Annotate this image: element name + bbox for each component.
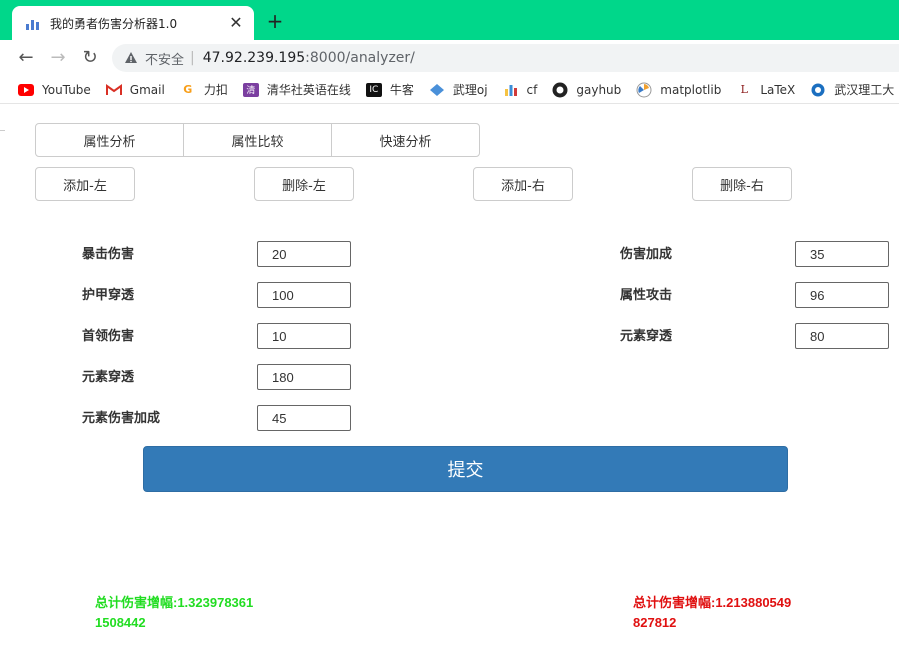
browser-tabstrip: 我的勇者伤害分析器1.0 ✕ + [0, 0, 899, 40]
left-crit-damage-input[interactable] [257, 241, 351, 267]
submit-button[interactable]: 提交 [143, 446, 788, 492]
warning-icon [125, 52, 137, 63]
bookmark-matplotlib[interactable]: matplotlib [636, 82, 722, 97]
whutoj-icon [429, 83, 445, 97]
bookmark-label: 牛客 [389, 83, 414, 97]
bookmark-label: 武汉理工大 [834, 83, 895, 97]
left-element-pen-input[interactable] [257, 364, 351, 390]
bookmark-label: 力扣 [203, 83, 228, 97]
browser-toolbar: ← → ↻ 不安全 | 47.92.239.195 :8000/analyzer… [0, 40, 899, 76]
omnibox-separator: | [190, 50, 195, 66]
bookmark-label: Gmail [129, 82, 165, 97]
right-damage-bonus-input[interactable] [795, 241, 889, 267]
right-field-label: 伤害加成 [620, 247, 673, 262]
left-total-result: 总计伤害增幅:1.3239783611508442 [95, 595, 254, 630]
right-attr-attack-input[interactable] [795, 282, 889, 308]
tab-title: 我的勇者伤害分析器1.0 [50, 16, 178, 31]
forward-icon[interactable]: → [46, 46, 70, 70]
bookmark-label: 武理oj [452, 83, 488, 97]
tsinghua-icon: 清 [242, 82, 259, 97]
delete-left-button[interactable]: 删除-左 [254, 167, 354, 201]
tab-attribute-analysis[interactable]: 属性分析 [35, 123, 184, 157]
bookmark-label: matplotlib [660, 82, 722, 97]
bookmark-latex[interactable]: L LaTeX [736, 82, 796, 97]
delete-right-button[interactable]: 删除-右 [692, 167, 792, 201]
left-armor-pen-input[interactable] [257, 282, 351, 308]
bookmark-github[interactable]: gayhub [552, 82, 622, 97]
bookmark-whut[interactable]: 武汉理工大 [810, 81, 894, 98]
nowcoder-icon: IC [365, 82, 382, 97]
youtube-icon [18, 83, 34, 97]
browser-tab[interactable]: 我的勇者伤害分析器1.0 ✕ [12, 6, 254, 40]
right-field-label: 属性攻击 [620, 288, 673, 303]
insecure-label: 不安全 [145, 52, 185, 68]
back-icon[interactable]: ← [14, 46, 38, 70]
left-field-label: 元素穿透 [82, 370, 135, 385]
tab-quick-analysis[interactable]: 快速分析 [331, 123, 480, 157]
left-field-label: 护甲穿透 [82, 288, 135, 303]
bookmark-youtube[interactable]: YouTube [18, 83, 91, 97]
left-element-bonus-input[interactable] [257, 405, 351, 431]
bookmark-whutoj[interactable]: 武理oj [429, 81, 488, 98]
leetcode-icon: G [183, 83, 193, 96]
bookmark-leetcode[interactable]: G 力扣 [180, 81, 228, 98]
new-tab-icon[interactable]: + [264, 10, 286, 32]
bookmark-label: 清华社英语在线 [266, 83, 351, 97]
bookmark-nowcoder[interactable]: IC 牛客 [365, 81, 414, 98]
right-total-result: 总计伤害增幅:1.213880549827812 [633, 595, 792, 630]
codeforces-icon [503, 83, 519, 97]
page-content: 属性分析 属性比较 快速分析 添加-左 删除-左 添加-右 删除-右 暴击伤害 … [0, 105, 899, 645]
matplotlib-icon [636, 82, 652, 97]
right-element-pen-input[interactable] [795, 323, 889, 349]
close-tab-icon[interactable]: ✕ [228, 15, 244, 31]
bookmark-cf[interactable]: cf [503, 82, 538, 97]
left-boss-damage-input[interactable] [257, 323, 351, 349]
bookmarks-bar: YouTube Gmail G 力扣 清 清华社英语在线 IC 牛客 武理oj … [0, 76, 899, 104]
address-bar[interactable]: 不安全 | 47.92.239.195 :8000/analyzer/ [112, 44, 899, 72]
tab-attribute-compare[interactable]: 属性比较 [183, 123, 332, 157]
bookmark-gmail[interactable]: Gmail [105, 82, 165, 97]
latex-icon: L [740, 83, 748, 96]
right-field-label: 元素穿透 [620, 329, 673, 344]
left-field-label: 首领伤害 [82, 329, 135, 344]
github-icon [552, 82, 568, 97]
left-field-label: 暴击伤害 [82, 247, 135, 262]
bookmark-tsinghua[interactable]: 清 清华社英语在线 [242, 81, 351, 98]
add-right-button[interactable]: 添加-右 [473, 167, 573, 201]
chart-favicon-icon [26, 16, 40, 30]
whut-icon [810, 83, 826, 97]
bookmark-label: LaTeX [760, 82, 796, 97]
bookmark-label: gayhub [576, 82, 622, 97]
mode-tabs: 属性分析 属性比较 快速分析 [35, 123, 480, 157]
url-host: 47.92.239.195 [202, 50, 306, 66]
bookmark-label: YouTube [42, 82, 91, 97]
add-left-button[interactable]: 添加-左 [35, 167, 135, 201]
reload-icon[interactable]: ↻ [78, 46, 102, 70]
url-path: :8000/analyzer/ [305, 50, 415, 66]
left-edge-divider [0, 130, 5, 160]
left-field-label: 元素伤害加成 [82, 411, 161, 426]
gmail-icon [105, 83, 122, 97]
bookmark-label: cf [526, 82, 538, 97]
